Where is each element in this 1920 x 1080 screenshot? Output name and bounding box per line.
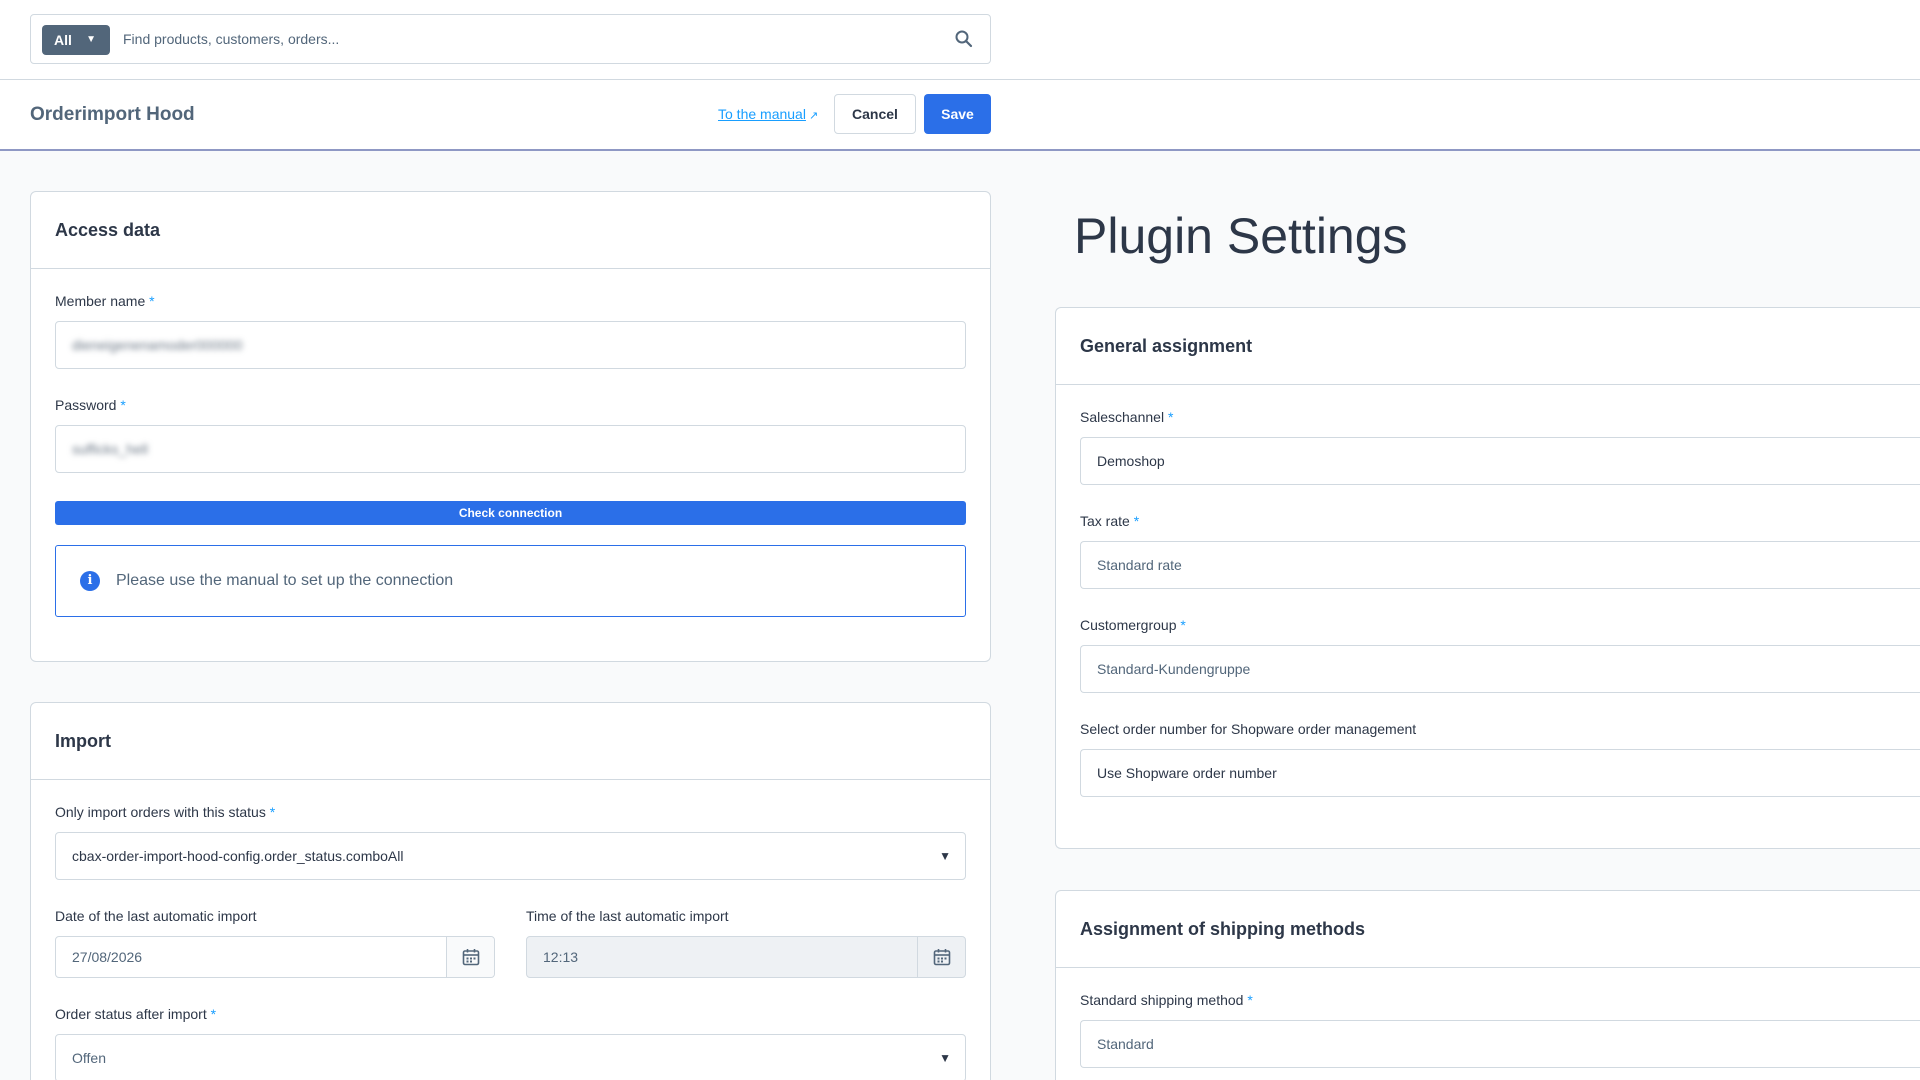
tax-rate-label: Tax rate * (1080, 513, 1140, 529)
manual-link[interactable]: To the manual ↗ (718, 106, 818, 122)
order-status-after-label: Order status after import * (55, 1006, 217, 1022)
chevron-down-icon: ▼ (939, 1051, 951, 1065)
page-title: Orderimport Hood (30, 104, 195, 125)
calendar-button[interactable] (446, 937, 494, 977)
saleschannel-field: Saleschannel * Demoshop (1080, 409, 1920, 485)
top-search-bar: All ▼ (0, 0, 1920, 80)
order-number-label: Select order number for Shopware order m… (1080, 721, 1417, 737)
calendar-icon (933, 949, 951, 966)
search-input[interactable] (123, 23, 923, 55)
saleschannel-select[interactable]: Demoshop (1080, 437, 1920, 485)
external-link-icon: ↗ (808, 110, 819, 122)
order-number-field: Select order number for Shopware order m… (1080, 721, 1920, 797)
password-label: Password * (55, 397, 126, 413)
customergroup-label: Customergroup * (1080, 617, 1186, 633)
shipping-assignment-card: Assignment of shipping methods Standard … (1055, 890, 1920, 1080)
manual-link-label: To the manual (718, 106, 806, 122)
import-card: Import Only import orders with this stat… (30, 702, 991, 1080)
last-import-date-input[interactable]: 27/08/2026 (55, 936, 495, 978)
calendar-icon (462, 949, 480, 966)
info-icon: i (80, 571, 100, 591)
customergroup-select[interactable]: Standard-Kundengruppe (1080, 645, 1920, 693)
info-alert: i Please use the manual to set up the co… (55, 545, 966, 617)
last-import-date-field: Date of the last automatic import 27/08/… (55, 908, 495, 978)
order-status-after-field: Order status after import * Offen ▼ (55, 1006, 966, 1080)
member-name-field: Member name * dieneigenenamoder000000 (55, 293, 966, 369)
member-name-input[interactable]: dieneigenenamoder000000 (55, 321, 966, 369)
saleschannel-label: Saleschannel * (1080, 409, 1174, 425)
last-import-time-field: Time of the last automatic import 12:13 (526, 908, 966, 978)
import-title: Import (31, 703, 990, 780)
standard-shipping-select[interactable]: Standard (1080, 1020, 1920, 1068)
last-import-date-label: Date of the last automatic import (55, 908, 257, 924)
general-assignment-title: General assignment (1056, 308, 1920, 385)
cancel-button[interactable]: Cancel (834, 94, 916, 134)
chevron-down-icon: ▼ (939, 849, 951, 863)
general-assignment-card: General assignment Saleschannel * Demosh… (1055, 307, 1920, 849)
customergroup-field: Customergroup * Standard-Kundengruppe (1080, 617, 1920, 693)
tax-rate-field: Tax rate * Standard rate (1080, 513, 1920, 589)
search-type-dropdown[interactable]: All ▼ (42, 25, 110, 55)
save-button[interactable]: Save (924, 94, 991, 134)
chevron-down-icon: ▼ (86, 34, 96, 45)
password-input[interactable]: sufficks_hell (55, 425, 966, 473)
access-data-title: Access data (31, 192, 990, 269)
standard-shipping-label: Standard shipping method * (1080, 992, 1253, 1008)
import-status-label: Only import orders with this status * (55, 804, 276, 820)
last-import-time-label: Time of the last automatic import (526, 908, 729, 924)
smart-bar: Orderimport Hood To the manual ↗ Cancel S… (0, 80, 1920, 151)
standard-shipping-field: Standard shipping method * Standard (1080, 992, 1920, 1068)
import-status-field: Only import orders with this status * cb… (55, 804, 966, 880)
password-field: Password * sufficks_hell (55, 397, 966, 473)
order-number-select[interactable]: Use Shopware order number (1080, 749, 1920, 797)
shipping-assignment-title: Assignment of shipping methods (1056, 891, 1920, 968)
member-name-label: Member name * (55, 293, 155, 309)
calendar-button (917, 937, 965, 977)
check-connection-button[interactable]: Check connection (55, 501, 966, 525)
search-type-label: All (54, 32, 72, 48)
global-search: All ▼ (30, 14, 991, 64)
last-import-time-input: 12:13 (526, 936, 966, 978)
access-data-card: Access data Member name * dieneigenenamo… (30, 191, 991, 662)
search-icon[interactable] (954, 29, 974, 49)
info-text: Please use the manual to set up the conn… (116, 572, 454, 589)
order-status-after-select[interactable]: Offen ▼ (55, 1034, 966, 1080)
tax-rate-select[interactable]: Standard rate (1080, 541, 1920, 589)
import-status-select[interactable]: cbax-order-import-hood-config.order_stat… (55, 832, 966, 880)
plugin-settings-title: Plugin Settings (1074, 208, 1408, 264)
